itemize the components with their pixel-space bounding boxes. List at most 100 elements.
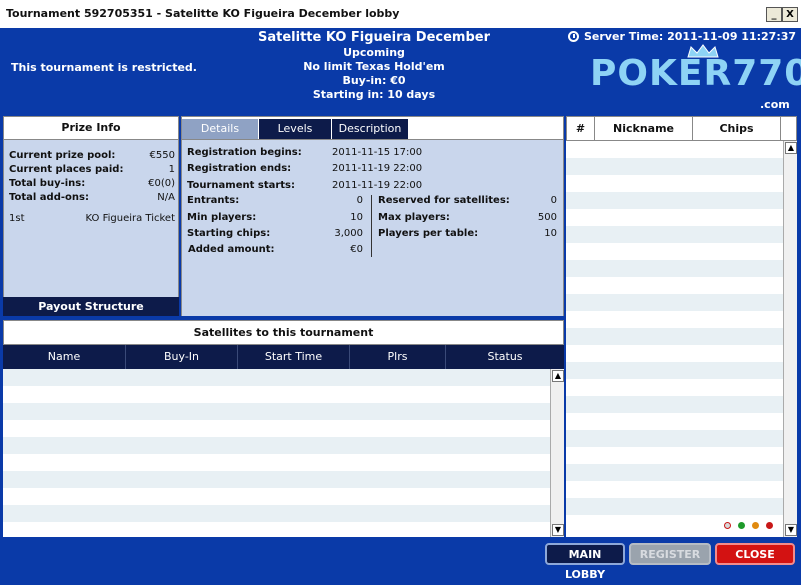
column-status[interactable]: Status — [445, 345, 564, 369]
list-item — [566, 345, 783, 362]
satellites-list — [3, 369, 550, 537]
details-panel: Registration begins: 2011-11-15 17:00 Re… — [181, 140, 564, 316]
starting-chips-label: Starting chips: — [187, 228, 271, 239]
list-item — [566, 447, 783, 464]
column-buyin[interactable]: Buy-In — [125, 345, 237, 369]
list-item — [566, 294, 783, 311]
list-item — [566, 158, 783, 175]
list-item — [3, 437, 550, 454]
satellites-title: Satellites to this tournament — [3, 320, 564, 345]
register-button[interactable]: REGISTER — [629, 543, 711, 565]
list-item — [3, 488, 550, 505]
scroll-down-arrow-icon[interactable]: ▼ — [785, 524, 797, 536]
satellites-table-header: Name Buy-In Start Time Plrs Status — [3, 345, 564, 369]
minimize-button[interactable]: _ — [766, 7, 782, 22]
prize-row: Current prize pool: €550 — [9, 150, 175, 161]
list-item — [566, 481, 783, 498]
list-item — [566, 209, 783, 226]
restricted-notice: This tournament is restricted. — [11, 61, 197, 74]
payout-row: 1st KO Figueira Ticket — [9, 213, 175, 224]
tab-levels[interactable]: Levels — [259, 119, 331, 139]
details-divider — [371, 195, 372, 257]
prize-row: Total add-ons: N/A — [9, 192, 175, 203]
details-tabs: Details Levels Description — [181, 116, 564, 140]
total-buyins-value: €0(0) — [148, 178, 175, 189]
tab-description[interactable]: Description — [332, 119, 408, 139]
payout-structure-button[interactable]: Payout Structure — [3, 297, 179, 316]
list-item — [3, 369, 550, 386]
column-number[interactable]: # — [567, 117, 595, 140]
poker770-logo: POKER770 .com — [590, 42, 801, 112]
scroll-down-arrow-icon[interactable]: ▼ — [552, 524, 564, 536]
starting-in: Starting in: 10 days — [312, 88, 436, 101]
players-table-header: # Nickname Chips — [566, 116, 797, 141]
title-bar: Tournament 592705351 - Satelitte KO Figu… — [0, 0, 801, 29]
prize-pool-label: Current prize pool: — [9, 150, 116, 161]
column-chips[interactable]: Chips — [693, 117, 781, 140]
list-item — [566, 328, 783, 345]
list-item — [566, 311, 783, 328]
tournament-starts-value: 2011-11-19 22:00 — [332, 180, 423, 191]
list-item — [566, 243, 783, 260]
registration-begins-label: Registration begins: — [187, 147, 302, 158]
prize-row: Current places paid: 1 — [9, 164, 175, 175]
list-item — [566, 277, 783, 294]
reserved-satellites-label: Reserved for satellites: — [378, 195, 510, 206]
list-item — [566, 464, 783, 481]
added-amount-value: €0 — [350, 244, 363, 255]
list-item — [566, 515, 783, 532]
registration-ends-value: 2011-11-19 22:00 — [332, 163, 423, 174]
total-buyins-label: Total buy-ins: — [9, 178, 86, 189]
column-nickname[interactable]: Nickname — [595, 117, 693, 140]
tab-details[interactable]: Details — [182, 119, 258, 139]
main-lobby-button[interactable]: MAIN LOBBY — [545, 543, 625, 581]
entrants-label: Entrants: — [187, 195, 240, 206]
satellites-scrollbar[interactable]: ▲ ▼ — [550, 369, 564, 537]
total-addons-value: N/A — [157, 192, 175, 203]
min-players-label: Min players: — [187, 212, 257, 223]
list-item — [3, 454, 550, 471]
list-item — [3, 505, 550, 522]
places-paid-value: 1 — [168, 164, 175, 175]
column-plrs[interactable]: Plrs — [349, 345, 445, 369]
game-type: No limit Texas Hold'em — [303, 60, 445, 73]
list-item — [3, 522, 550, 537]
close-button[interactable]: CLOSE — [715, 543, 795, 565]
places-paid-label: Current places paid: — [9, 164, 124, 175]
list-item — [566, 413, 783, 430]
scroll-up-arrow-icon[interactable]: ▲ — [552, 370, 564, 382]
list-item — [3, 471, 550, 488]
scroll-up-arrow-icon[interactable]: ▲ — [785, 142, 797, 154]
max-players-value: 500 — [537, 212, 557, 223]
min-players-value: 10 — [350, 212, 363, 223]
list-item — [566, 396, 783, 413]
list-item — [566, 430, 783, 447]
players-per-table-label: Players per table: — [378, 228, 479, 239]
prize-row: Total buy-ins: €0(0) — [9, 178, 175, 189]
green-dot-icon — [738, 522, 745, 529]
lobby-header: This tournament is restricted. Satelitte… — [0, 28, 801, 116]
list-item — [3, 420, 550, 437]
reserved-satellites-value: 0 — [550, 195, 557, 206]
players-per-table-value: 10 — [544, 228, 557, 239]
list-item — [566, 498, 783, 515]
logo-text: POKER770 — [590, 53, 801, 94]
column-name[interactable]: Name — [3, 345, 125, 369]
list-item — [3, 403, 550, 420]
registration-begins-value: 2011-11-15 17:00 — [332, 147, 423, 158]
clock-icon — [568, 31, 579, 42]
tournament-name: Satelitte KO Figueira December — [257, 30, 490, 45]
column-start-time[interactable]: Start Time — [237, 345, 349, 369]
prize-info-panel: Current prize pool: €550 Current places p… — [3, 140, 179, 316]
list-item — [566, 260, 783, 277]
window-close-button[interactable]: X — [782, 7, 798, 22]
list-item — [566, 362, 783, 379]
window-title: Tournament 592705351 - Satelitte KO Figu… — [6, 7, 400, 20]
list-item — [566, 192, 783, 209]
list-item — [3, 386, 550, 403]
red-dot-icon — [766, 522, 773, 529]
max-players-label: Max players: — [378, 212, 450, 223]
players-scrollbar[interactable]: ▲ ▼ — [783, 141, 797, 537]
added-amount-label: Added amount: — [188, 244, 275, 255]
prize-pool-value: €550 — [149, 150, 175, 161]
